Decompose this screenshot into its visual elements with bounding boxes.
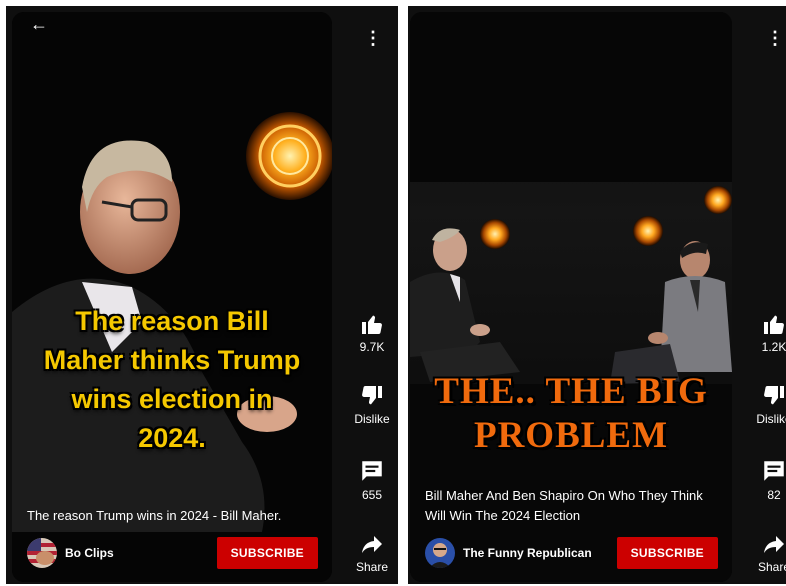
channel-name[interactable]: The Funny Republican (463, 546, 617, 560)
thumbs-up-icon (764, 315, 784, 335)
channel-name[interactable]: Bo Clips (65, 546, 217, 560)
like-button[interactable]: 1.2K (746, 312, 786, 354)
back-arrow-icon[interactable]: ← (30, 14, 48, 35)
dislike-button[interactable]: Dislike (746, 384, 786, 426)
dislike-button[interactable]: Dislike (344, 384, 398, 426)
channel-row: Bo Clips SUBSCRIBE (27, 536, 318, 570)
thumbs-down-icon (764, 385, 784, 405)
action-bar: ⋮ 1.2K Dislike 82 Share (746, 6, 786, 584)
thumbs-up-icon (362, 315, 382, 335)
action-bar: ⋮ 9.7K Dislike 655 Share (344, 6, 398, 584)
like-count: 1.2K (761, 340, 786, 354)
subscribe-button[interactable]: SUBSCRIBE (616, 537, 718, 569)
share-label: Share (757, 560, 786, 574)
more-vertical-icon[interactable]: ⋮ (364, 28, 382, 48)
short-video-player[interactable]: ← The reason Bill Maher thinks Trump win… (12, 12, 332, 582)
video-frame (12, 12, 332, 582)
more-vertical-icon[interactable]: ⋮ (766, 28, 784, 48)
subscribe-button[interactable]: SUBSCRIBE (216, 537, 318, 569)
share-button[interactable]: Share (746, 532, 786, 574)
comment-icon (764, 461, 784, 481)
dislike-label: Dislike (354, 412, 390, 426)
share-arrow-icon (764, 536, 784, 553)
dislike-label: Dislike (756, 412, 786, 426)
video-overlay-text: The reason Bill Maher thinks Trump wins … (43, 306, 301, 453)
share-arrow-icon (362, 536, 382, 553)
comment-icon (362, 461, 382, 481)
channel-row: The Funny Republican SUBSCRIBE (425, 536, 718, 570)
short-video-player[interactable]: THE.. THE BIG PROBLEM Bill Maher And Ben… (410, 12, 732, 582)
like-button[interactable]: 9.7K (344, 312, 398, 354)
like-count: 9.7K (359, 340, 385, 354)
video-title[interactable]: Bill Maher And Ben Shapiro On Who They T… (425, 486, 717, 526)
thumbs-down-icon (362, 385, 382, 405)
comments-button[interactable]: 82 (746, 458, 786, 502)
channel-avatar[interactable] (27, 538, 57, 568)
comment-count: 82 (767, 488, 781, 502)
video-overlay-text: THE.. THE BIG PROBLEM (434, 371, 708, 456)
video-title[interactable]: The reason Trump wins in 2024 - Bill Mah… (27, 506, 317, 526)
share-label: Share (355, 560, 389, 574)
short-panel-left: ← The reason Bill Maher thinks Trump win… (6, 6, 398, 584)
channel-avatar[interactable] (425, 538, 455, 568)
comments-button[interactable]: 655 (344, 458, 398, 502)
comment-count: 655 (361, 488, 383, 502)
short-panel-right: THE.. THE BIG PROBLEM Bill Maher And Ben… (408, 6, 786, 584)
share-button[interactable]: Share (344, 532, 398, 574)
